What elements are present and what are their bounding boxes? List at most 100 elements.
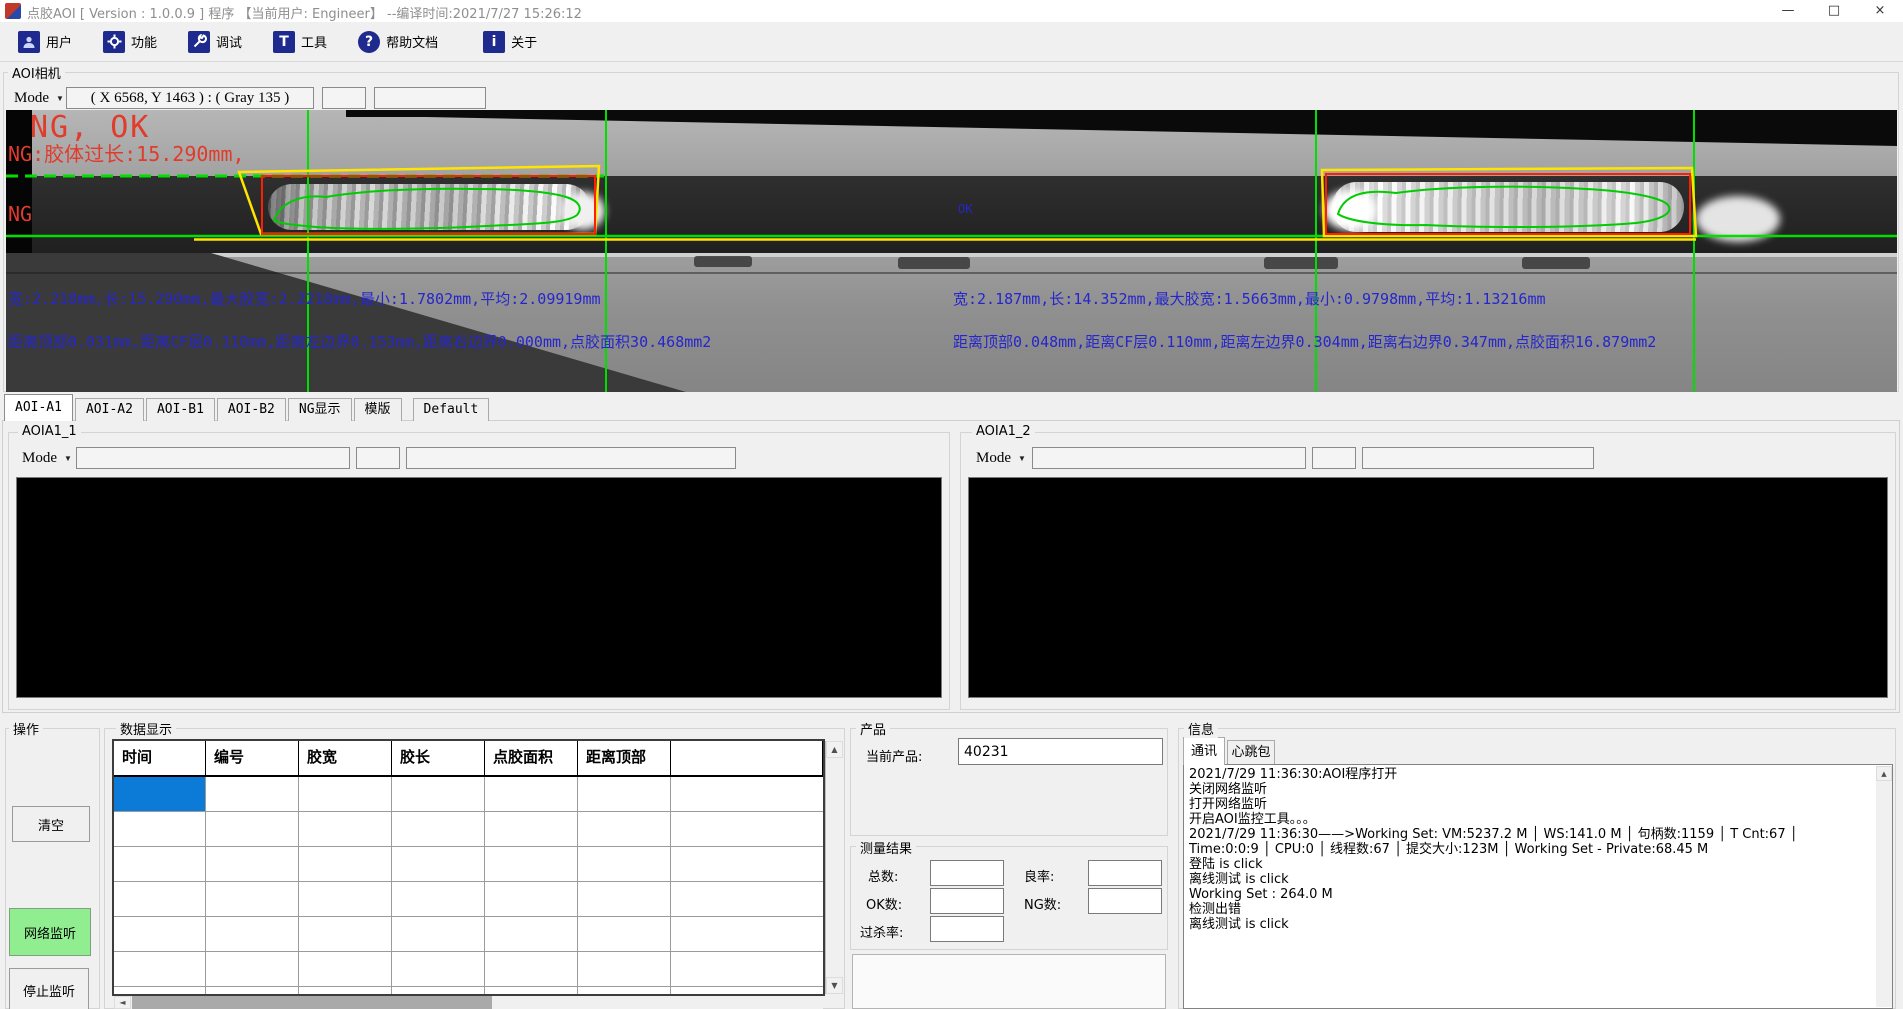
panel-a-mode-dropdown[interactable]: Mode ▼ <box>16 447 72 469</box>
toolbar-item-user[interactable]: 用户 <box>15 29 75 55</box>
table-cell[interactable] <box>206 987 299 996</box>
table-cell[interactable] <box>485 987 578 996</box>
tab-default[interactable]: Default <box>413 398 490 421</box>
log-v-scrollbar[interactable]: ▲ <box>1876 766 1892 1007</box>
tab-template[interactable]: 模版 <box>354 398 402 421</box>
chevron-down-icon: ▼ <box>56 94 64 103</box>
panel-b-viewport[interactable] <box>968 477 1888 698</box>
table-cell[interactable] <box>578 882 671 917</box>
scroll-up-icon[interactable]: ▲ <box>826 741 843 758</box>
table-cell[interactable] <box>578 812 671 847</box>
comm-log[interactable]: 2021/7/29 11:36:30:AOI程序打开 关闭网络监听 打开网络监听… <box>1183 764 1893 1009</box>
table-cell[interactable] <box>299 917 392 952</box>
toolbar-item-function[interactable]: 功能 <box>100 29 160 55</box>
toolbar-item-debug[interactable]: 调试 <box>185 29 245 55</box>
toolbar-item-about[interactable]: i 关于 <box>480 29 540 55</box>
table-v-scrollbar[interactable]: ▲ ▼ <box>825 741 842 994</box>
table-cell[interactable] <box>299 847 392 882</box>
table-cell[interactable] <box>578 847 671 882</box>
gear-icon <box>103 31 125 53</box>
column-header[interactable]: 胶宽 <box>299 741 392 777</box>
table-cell[interactable] <box>392 917 485 952</box>
current-product-input[interactable] <box>958 738 1163 765</box>
table-cell[interactable] <box>114 952 206 987</box>
tab-aoi-b1[interactable]: AOI-B1 <box>146 398 215 421</box>
maximize-button[interactable]: □ <box>1811 0 1857 22</box>
table-cell[interactable] <box>299 987 392 996</box>
table-cell[interactable] <box>392 987 485 996</box>
column-header[interactable]: 距离顶部 <box>578 741 671 777</box>
table-cell[interactable] <box>485 882 578 917</box>
table-cell[interactable] <box>485 847 578 882</box>
tab-aoi-a1[interactable]: AOI-A1 <box>4 394 73 421</box>
ng-count-input[interactable] <box>1088 888 1162 914</box>
table-cell[interactable] <box>578 777 671 812</box>
table-h-scrollbar[interactable]: ◄ <box>114 996 823 1009</box>
table-cell[interactable] <box>206 847 299 882</box>
tab-comm[interactable]: 通讯 <box>1183 737 1225 765</box>
column-header[interactable]: 时间 <box>114 741 206 777</box>
scroll-up-icon[interactable]: ▲ <box>1876 766 1892 781</box>
table-cell[interactable] <box>114 917 206 952</box>
yield-input[interactable] <box>1088 860 1162 886</box>
column-header[interactable]: 点胶面积 <box>485 741 578 777</box>
camera-mode-dropdown[interactable]: Mode ▼ <box>8 87 64 109</box>
table-cell[interactable] <box>299 777 392 812</box>
clear-button[interactable]: 清空 <box>12 806 90 842</box>
minimize-button[interactable]: — <box>1765 0 1811 22</box>
h-scroll-thumb[interactable] <box>132 996 492 1009</box>
table-cell[interactable] <box>485 917 578 952</box>
scroll-down-icon[interactable]: ▼ <box>826 977 843 994</box>
table-cell[interactable] <box>114 847 206 882</box>
table-cell[interactable] <box>206 777 299 812</box>
selected-cell[interactable] <box>114 777 206 812</box>
panel-a-viewport[interactable] <box>16 477 942 698</box>
operation-group-box <box>5 728 100 1009</box>
column-header[interactable]: 编号 <box>206 741 299 777</box>
close-button[interactable]: × <box>1857 0 1903 22</box>
table-cell[interactable] <box>485 952 578 987</box>
log-line: 2021/7/29 11:36:30:AOI程序打开 <box>1189 767 1872 782</box>
table-cell[interactable] <box>114 987 206 996</box>
tab-aoi-a2[interactable]: AOI-A2 <box>75 398 144 421</box>
camera-view[interactable]: NG, OK NG:胶体过长:15.290mm, NG OK 宽:2.218mm… <box>6 110 1897 392</box>
table-cell[interactable] <box>206 917 299 952</box>
table-cell[interactable] <box>392 812 485 847</box>
table-cell[interactable] <box>485 777 578 812</box>
overkill-input[interactable] <box>930 916 1004 942</box>
tab-heartbeat[interactable]: 心跳包 <box>1227 740 1275 765</box>
panel-b-mode-dropdown[interactable]: Mode ▼ <box>970 447 1026 469</box>
log-line: 打开网络监听 <box>1189 797 1872 812</box>
tab-aoi-b2[interactable]: AOI-B2 <box>217 398 286 421</box>
mode-label: Mode <box>14 90 49 107</box>
table-cell[interactable] <box>299 812 392 847</box>
table-cell[interactable] <box>578 952 671 987</box>
column-header[interactable]: 胶长 <box>392 741 485 777</box>
scroll-left-icon[interactable]: ◄ <box>114 996 131 1009</box>
table-cell[interactable] <box>485 812 578 847</box>
toolbar-item-help[interactable]: ? 帮助文档 <box>355 29 441 55</box>
table-cell[interactable] <box>114 882 206 917</box>
total-input[interactable] <box>930 860 1004 886</box>
table-cell[interactable] <box>206 812 299 847</box>
table-cell[interactable] <box>392 777 485 812</box>
stop-listen-button[interactable]: 停止监听 <box>9 968 89 1009</box>
table-cell[interactable] <box>392 952 485 987</box>
camera-group-title: AOI相机 <box>8 63 65 82</box>
table-cell[interactable] <box>392 847 485 882</box>
table-cell[interactable] <box>392 882 485 917</box>
table-cell[interactable] <box>299 882 392 917</box>
network-listen-button[interactable]: 网络监听 <box>9 908 91 956</box>
table-header-row: 时间 编号 胶宽 胶长 点胶面积 距离顶部 <box>114 741 823 777</box>
table-cell[interactable] <box>578 917 671 952</box>
table-cell <box>671 952 823 987</box>
table-cell[interactable] <box>578 987 671 996</box>
table-cell[interactable] <box>206 952 299 987</box>
toolbar-item-label: 工具 <box>301 32 327 51</box>
table-cell[interactable] <box>299 952 392 987</box>
tab-ng-display[interactable]: NG显示 <box>288 398 352 421</box>
toolbar-item-tools[interactable]: T 工具 <box>270 29 330 55</box>
table-cell[interactable] <box>114 812 206 847</box>
ok-count-input[interactable] <box>930 888 1004 914</box>
table-cell[interactable] <box>206 882 299 917</box>
